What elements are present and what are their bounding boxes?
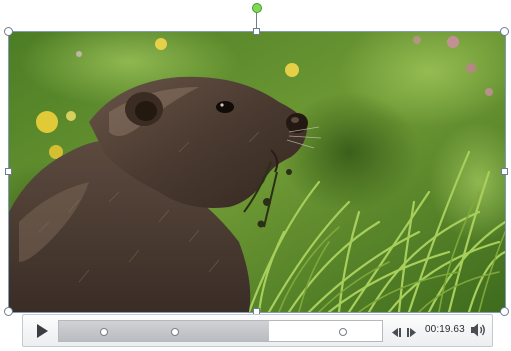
video-frame-image (9, 32, 505, 312)
resize-handle-bottom-left[interactable] (4, 307, 13, 316)
rotate-handle[interactable] (252, 3, 262, 13)
skip-back-icon (392, 328, 401, 337)
resize-handle-bottom-right[interactable] (500, 307, 509, 316)
skip-back-button[interactable] (389, 324, 402, 337)
skip-forward-button[interactable] (406, 324, 419, 337)
volume-button[interactable] (470, 322, 488, 338)
resize-handle-top[interactable] (253, 28, 260, 35)
resize-handle-left[interactable] (5, 168, 12, 175)
video-object[interactable] (8, 31, 506, 313)
seek-bar-played (59, 321, 269, 341)
speaker-icon (471, 323, 485, 337)
play-button[interactable] (33, 322, 51, 340)
time-display: 00:19.63 (425, 324, 465, 335)
resize-handle-right[interactable] (501, 168, 508, 175)
bookmark-marker[interactable] (339, 328, 348, 336)
seek-bar[interactable] (58, 320, 383, 342)
media-controls-bar: 00:19.63 (22, 314, 493, 347)
resize-handle-top-right[interactable] (500, 27, 509, 36)
resize-handle-top-left[interactable] (4, 27, 13, 36)
slide-canvas: 00:19.63 (0, 0, 511, 351)
rotate-handle-stem (256, 13, 257, 29)
skip-forward-icon (407, 328, 416, 337)
play-icon (37, 324, 48, 338)
